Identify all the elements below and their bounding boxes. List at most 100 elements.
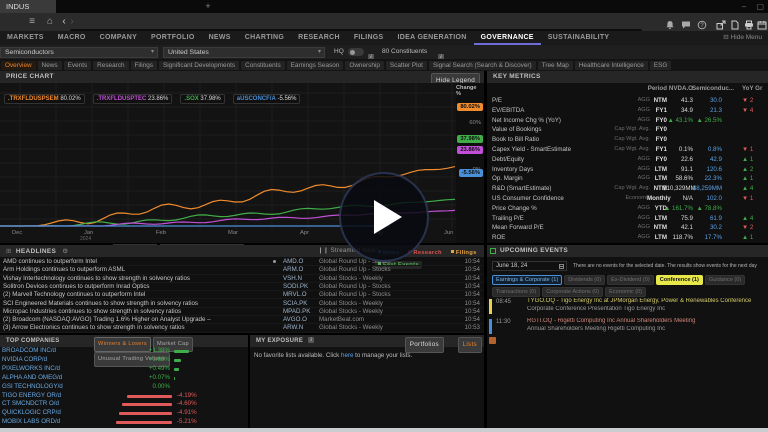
company-name[interactable]: BROADCOM INC/d xyxy=(2,347,130,356)
company-name[interactable]: CT SMCNDCTR O/d xyxy=(2,400,130,409)
gear-icon[interactable]: ⚙ xyxy=(62,247,68,255)
hq-toggle[interactable] xyxy=(348,48,364,56)
menu-item-company[interactable]: COMPANY xyxy=(93,31,144,45)
company-row[interactable]: CT SMCNDCTR O/d-4.60% xyxy=(0,400,248,409)
subtab-significant-developments[interactable]: Significant Developments xyxy=(159,61,239,70)
news-ticker[interactable]: ARW.N xyxy=(283,324,317,332)
metric-row[interactable]: Trailing P/EAGGLTM75.961.9▲ 4 xyxy=(487,214,768,224)
lists-button[interactable]: Lists xyxy=(458,337,482,353)
menu-item-portfolio[interactable]: PORTFOLIO xyxy=(144,31,202,45)
metric-row[interactable]: US Consumer ConfidenceEconomicMonthlyN/A… xyxy=(487,194,768,204)
events-date-input[interactable]: June 18, 24 xyxy=(492,261,567,271)
video-play-button[interactable] xyxy=(339,172,429,262)
news-ticker[interactable]: MRVL.O xyxy=(283,291,317,299)
metric-row[interactable]: Mean Forward P/EAGGNTM42.130.2▼ 2 xyxy=(487,223,768,233)
subtab-constituents[interactable]: Constituents xyxy=(241,61,285,70)
menu-item-news[interactable]: NEWS xyxy=(202,31,238,45)
company-name[interactable]: MOBIX LABS ORD/d xyxy=(2,418,130,427)
news-ticker[interactable]: ARM.O xyxy=(283,266,317,274)
menu-item-charting[interactable]: CHARTING xyxy=(238,31,291,45)
maximize-button[interactable]: ▢ xyxy=(756,2,764,11)
video-scrubber[interactable] xyxy=(0,428,768,432)
event-filter-transactions-0[interactable]: Transactions (0) xyxy=(492,287,540,297)
subtab-signal-search-search-discover[interactable]: Signal Search (Search & Discover) xyxy=(429,61,536,70)
metric-row[interactable]: Value of BookingsCap Wgt. Avg.FY0 xyxy=(487,125,768,135)
calendar-icon[interactable] xyxy=(757,17,767,27)
company-name[interactable]: GSI TECHNOLOGY/d xyxy=(2,383,130,392)
subtab-research[interactable]: Research xyxy=(93,61,128,70)
news-row[interactable]: SCI Engineered Materials continues to sh… xyxy=(0,300,484,308)
manage-lists-link[interactable]: here xyxy=(341,352,353,359)
subtab-esg[interactable]: ESG xyxy=(650,61,672,70)
subtab-ownership[interactable]: Ownership xyxy=(345,61,384,70)
metric-row[interactable]: Inventory DaysAGGLTM91.1120.6▲ 2 xyxy=(487,165,768,175)
subtab-news[interactable]: News xyxy=(38,61,62,70)
menu-item-idea-generation[interactable]: IDEA GENERATION xyxy=(391,31,474,45)
news-ticker[interactable]: AVGO.O xyxy=(283,316,317,324)
share-icon[interactable] xyxy=(716,17,726,27)
metric-row[interactable]: Price Change %AGGYTD▲ 161.7%▲ 78.8% xyxy=(487,204,768,214)
news-ticker[interactable]: MPAD.PK xyxy=(283,308,317,316)
company-name[interactable]: ALPHA AND OMEG/d xyxy=(2,374,130,383)
event-filter-earnings-corporate-1[interactable]: Earnings & Corporate (1) xyxy=(492,275,562,285)
news-row[interactable]: AMD continues to outperform IntelAMD.OGl… xyxy=(0,258,484,266)
company-name[interactable]: TIGO ENERGY OR/d xyxy=(2,392,130,401)
metric-row[interactable]: R&D (SmartEstimate)Cap Wgt. Avg.NTM$10,3… xyxy=(487,184,768,194)
news-row[interactable]: Vishay Intertechnology continues to show… xyxy=(0,275,484,283)
event-filter-ex-dividend-0[interactable]: Ex-Dividend (0) xyxy=(607,275,654,285)
metric-row[interactable]: Net Income Chg % (YoY)AGGFY0▲ 43.1%▲ 26.… xyxy=(487,116,768,126)
menu-item-markets[interactable]: MARKETS xyxy=(0,31,51,45)
metric-row[interactable]: Debt/EquityAGGFY022.642.9▲ 1 xyxy=(487,155,768,165)
metric-row[interactable]: ROEAGGLTM118.7%17.7%▲ 1 xyxy=(487,233,768,243)
menu-item-governance[interactable]: GOVERNANCE xyxy=(474,31,541,45)
metric-row[interactable]: Op. MarginAGGLTM58.6%22.3%▲ 1 xyxy=(487,174,768,184)
subtab-overview[interactable]: Overview xyxy=(1,61,36,70)
menu-item-macro[interactable]: MACRO xyxy=(51,31,93,45)
region-select[interactable]: United States▾ xyxy=(163,47,325,58)
news-row[interactable]: Arm Holdings continues to outperform ASM… xyxy=(0,266,484,274)
workspace-tab[interactable]: INDUS xyxy=(0,0,56,13)
metric-row[interactable]: EV/EBITDAAGGFY134.921.3▼ 4 xyxy=(487,106,768,116)
subtab-events[interactable]: Events xyxy=(64,61,92,70)
event-filter-corporate-actions-0[interactable]: Corporate Actions (0) xyxy=(542,287,603,297)
news-ticker[interactable]: SODI.PK xyxy=(283,283,317,291)
company-name[interactable]: QUICKLOGIC CRP/d xyxy=(2,409,130,418)
company-row[interactable]: BROADCOM INC/d+1.38% xyxy=(0,347,248,356)
company-name[interactable]: NVIDIA CORP/d xyxy=(2,356,130,365)
event-filter-guidance-0[interactable]: Guidance (0) xyxy=(705,275,745,285)
subtab-scatter-plot[interactable]: Scatter Plot xyxy=(386,61,427,70)
bell-icon[interactable] xyxy=(665,17,675,27)
document-icon[interactable] xyxy=(730,17,740,27)
hide-menu-button[interactable]: ⊟ Hide Menu xyxy=(723,31,762,45)
company-row[interactable]: GSI TECHNOLOGY/d0.00% xyxy=(0,383,248,392)
chat-icon[interactable] xyxy=(681,17,691,27)
subtab-tree-map[interactable]: Tree Map xyxy=(538,61,573,70)
news-row[interactable]: (2) Marvell Technology continues to outp… xyxy=(0,291,484,299)
menu-item-research[interactable]: RESEARCH xyxy=(291,31,347,45)
minimize-button[interactable]: – xyxy=(742,2,746,11)
hamburger-icon[interactable]: ≡ xyxy=(26,16,38,28)
event-filter-dividends-0[interactable]: Dividends (0) xyxy=(564,275,605,285)
printer-icon[interactable] xyxy=(744,17,754,27)
event-item[interactable]: 11:30RGTI.OQ - Rigetti Computing Inc Ann… xyxy=(487,318,768,335)
forward-icon[interactable]: › xyxy=(66,16,78,28)
event-item[interactable]: 08:45TYGO.OQ - Tigo Energy Inc at JPMorg… xyxy=(487,298,768,315)
company-row[interactable]: TIGO ENERGY OR/d-4.19% xyxy=(0,392,248,401)
company-row[interactable]: PIXELWORKS INC/d+0.49% xyxy=(0,365,248,374)
company-row[interactable]: QUICKLOGIC CRP/d-4.91% xyxy=(0,409,248,418)
menu-item-sustainability[interactable]: SUSTAINABILITY xyxy=(541,31,617,45)
news-filter-filings[interactable]: Filings xyxy=(448,249,480,257)
company-row[interactable]: MOBIX LABS ORD/d-5.21% xyxy=(0,418,248,427)
new-tab-button[interactable]: + xyxy=(202,0,214,13)
company-row[interactable]: NVIDIA CORP/d+0.63% xyxy=(0,356,248,365)
news-row[interactable]: Micropac Industries continues to show st… xyxy=(0,308,484,316)
news-row[interactable]: (3) Arrow Electronics continues to show … xyxy=(0,324,484,332)
metric-row[interactable]: Capex Yield - SmartEstimateCap Wgt. Avg.… xyxy=(487,145,768,155)
subtab-earnings-season[interactable]: Earnings Season xyxy=(287,61,344,70)
metric-row[interactable]: P/EAGGNTM41.330.0▼ 2 xyxy=(487,96,768,106)
menu-item-filings[interactable]: FILINGS xyxy=(347,31,391,45)
news-ticker[interactable]: SCIA.PK xyxy=(283,300,317,308)
news-row[interactable]: Solitron Devices continues to outperform… xyxy=(0,283,484,291)
news-row[interactable]: (2) Broadcom (NASDAQ:AVGO) Trading 1.6% … xyxy=(0,316,484,324)
company-name[interactable]: PIXELWORKS INC/d xyxy=(2,365,130,374)
